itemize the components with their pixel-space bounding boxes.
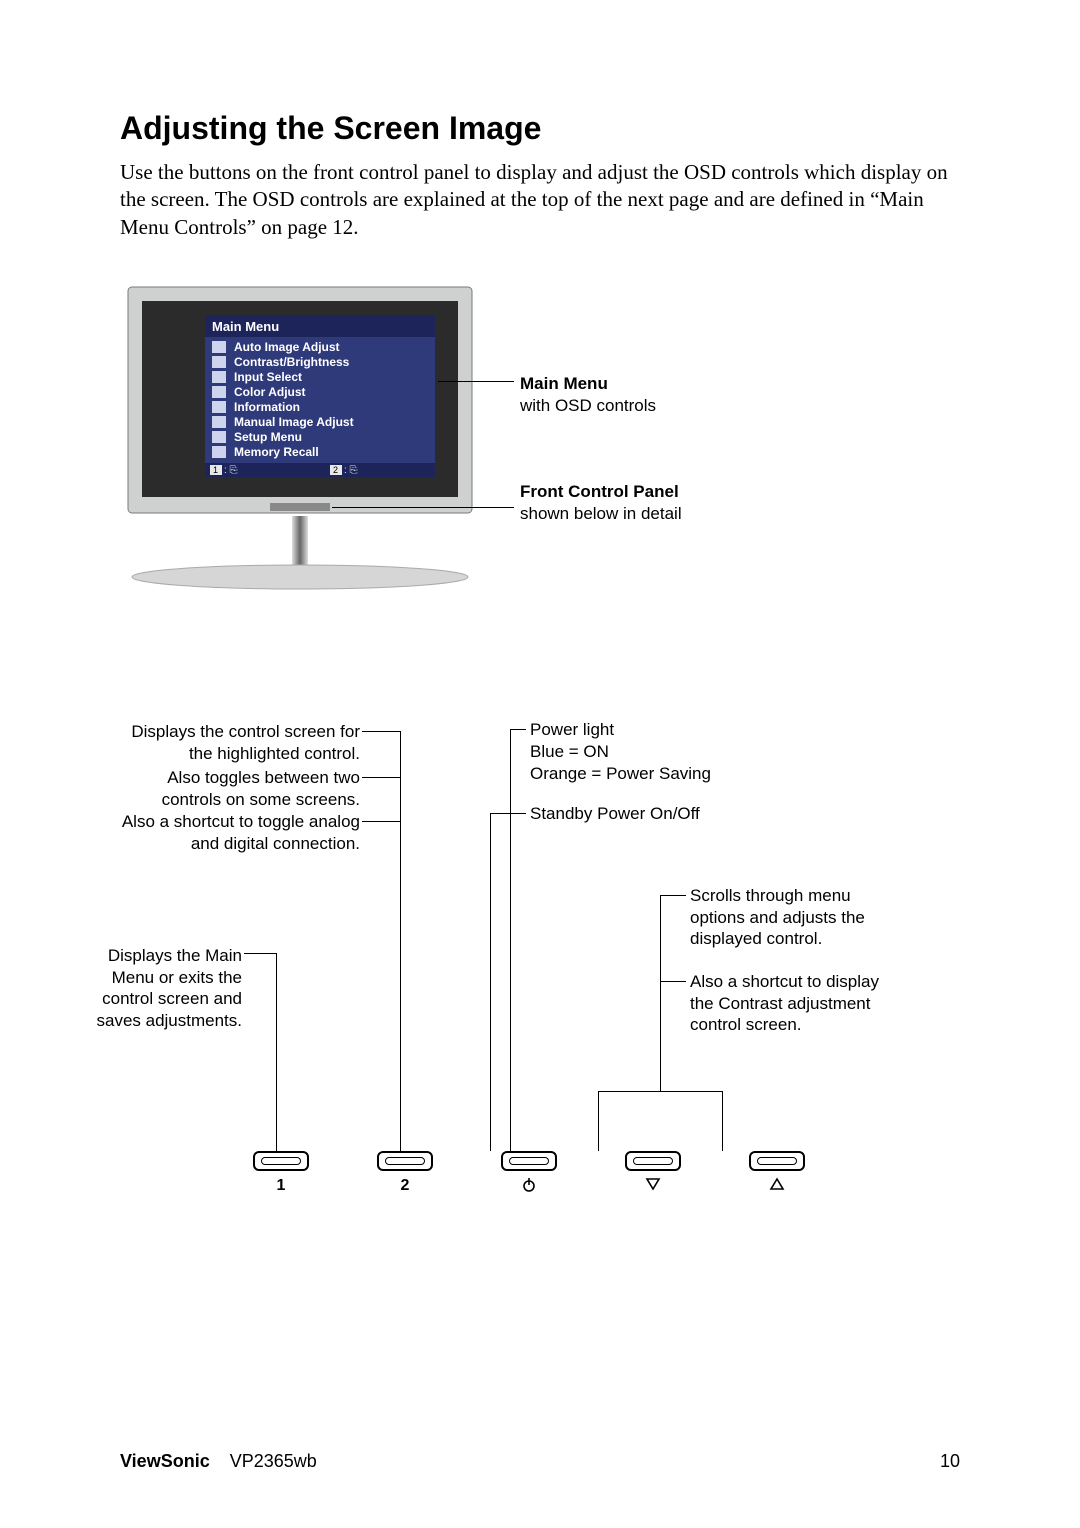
triangle-up-icon bbox=[746, 1177, 808, 1196]
button-1[interactable]: 1 bbox=[250, 1151, 312, 1198]
svg-text:Auto Image Adjust: Auto Image Adjust bbox=[234, 340, 340, 354]
footer-page: 10 bbox=[940, 1451, 960, 1472]
button-2-label: 2 bbox=[374, 1177, 436, 1195]
callout-front-panel-sub: shown below in detail bbox=[520, 503, 682, 525]
svg-text:2: 2 bbox=[333, 465, 338, 475]
anno-btn2-b: Also toggles between two controls on som… bbox=[110, 767, 360, 811]
svg-text:Contrast/Brightness: Contrast/Brightness bbox=[234, 355, 350, 369]
button-down[interactable] bbox=[622, 1151, 684, 1198]
button-up[interactable] bbox=[746, 1151, 808, 1198]
page-title: Adjusting the Screen Image bbox=[120, 110, 960, 147]
page-footer: ViewSonic VP2365wb 10 bbox=[120, 1451, 960, 1472]
callout-main-menu-label: Main Menu bbox=[520, 373, 656, 395]
anno-standby: Standby Power On/Off bbox=[530, 803, 730, 825]
anno-scroll-a: Scrolls through menu options and adjusts… bbox=[690, 885, 890, 950]
footer-brand: ViewSonic bbox=[120, 1451, 210, 1471]
monitor-illustration: Main Menu Auto Image Adjust Contrast/Bri… bbox=[120, 281, 960, 611]
svg-text:Main Menu: Main Menu bbox=[212, 319, 279, 334]
svg-text:Manual Image Adjust: Manual Image Adjust bbox=[234, 415, 354, 429]
anno-btn1: Displays the Main Menu or exits the cont… bbox=[92, 945, 242, 1032]
button-row: 1 2 bbox=[250, 1151, 808, 1198]
anno-scroll-b: Also a shortcut to display the Contrast … bbox=[690, 971, 890, 1036]
svg-text:Setup Menu: Setup Menu bbox=[234, 430, 302, 444]
button-2[interactable]: 2 bbox=[374, 1151, 436, 1198]
callout-line-front-panel bbox=[332, 507, 514, 508]
button-power[interactable] bbox=[498, 1151, 560, 1198]
callout-front-panel-label: Front Control Panel bbox=[520, 481, 682, 503]
footer-model: VP2365wb bbox=[230, 1451, 317, 1471]
anno-power-c: Orange = Power Saving bbox=[530, 763, 790, 785]
svg-text:Input Select: Input Select bbox=[234, 370, 302, 384]
callout-line-main-menu bbox=[438, 381, 514, 382]
anno-btn2-c: Also a shortcut to toggle analog and dig… bbox=[110, 811, 360, 855]
svg-text:Memory Recall: Memory Recall bbox=[234, 445, 319, 459]
svg-text:Color Adjust: Color Adjust bbox=[234, 385, 306, 399]
svg-text:1: 1 bbox=[213, 465, 218, 475]
monitor-svg: Main Menu Auto Image Adjust Contrast/Bri… bbox=[120, 281, 480, 601]
intro-text: Use the buttons on the front control pan… bbox=[120, 159, 960, 241]
callout-main-menu-sub: with OSD controls bbox=[520, 395, 656, 417]
anno-btn2-a: Displays the control screen for the high… bbox=[110, 721, 360, 765]
callout-main-menu: Main Menu with OSD controls bbox=[520, 373, 656, 417]
svg-text:: ⎘: : ⎘ bbox=[344, 465, 358, 476]
anno-power-b: Blue = ON bbox=[530, 741, 790, 763]
button-1-label: 1 bbox=[250, 1177, 312, 1195]
svg-text:: ⎘: : ⎘ bbox=[224, 465, 238, 476]
control-panel-diagram: Displays the control screen for the high… bbox=[120, 711, 960, 1231]
svg-text:Information: Information bbox=[234, 400, 300, 414]
power-icon bbox=[498, 1177, 560, 1198]
callout-front-panel: Front Control Panel shown below in detai… bbox=[520, 481, 682, 525]
triangle-down-icon bbox=[622, 1177, 684, 1196]
anno-power-a: Power light bbox=[530, 719, 790, 741]
